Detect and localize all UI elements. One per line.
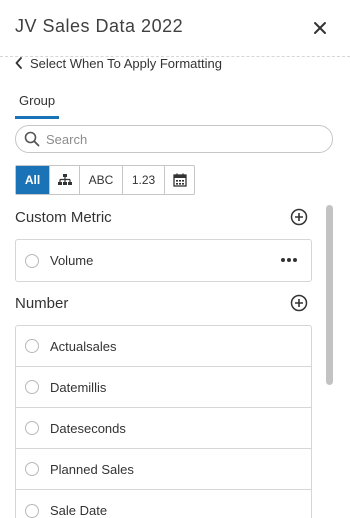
list-item-label: Actualsales	[50, 338, 117, 354]
radio-button[interactable]	[25, 503, 39, 518]
panel-title: JV Sales Data 2022	[15, 16, 184, 36]
chevron-left-icon	[15, 57, 22, 69]
section-title-number: Number	[15, 295, 69, 312]
number-list: Actualsales Datemillis Dateseconds Plann…	[15, 325, 312, 518]
back-link-label: Select When To Apply Formatting	[30, 55, 222, 71]
filter-hierarchy-button[interactable]	[50, 166, 80, 194]
section-title-custom-metric: Custom Metric	[15, 209, 112, 226]
list-item-dateseconds[interactable]: Dateseconds	[16, 408, 311, 449]
add-number-button[interactable]	[290, 294, 308, 312]
list-item-label: Dateseconds	[50, 420, 126, 436]
radio-button[interactable]	[25, 339, 39, 353]
list-item-sale-date[interactable]: Sale Date	[16, 490, 311, 518]
radio-button[interactable]	[25, 253, 39, 268]
back-link[interactable]: Select When To Apply Formatting	[15, 55, 222, 71]
filter-date-button[interactable]	[165, 166, 194, 194]
filter-text-button[interactable]: ABC	[80, 166, 123, 194]
tab-label: Group	[19, 93, 56, 108]
search-box[interactable]	[15, 125, 333, 153]
panel-header: JV Sales Data 2022	[0, 0, 350, 57]
scrollbar-thumb[interactable]	[326, 205, 333, 385]
tab-group[interactable]: Group	[15, 92, 59, 119]
filter-all-button[interactable]: All	[16, 166, 50, 194]
list-item-planned-sales[interactable]: Planned Sales	[16, 449, 311, 490]
custom-metric-list: Volume	[15, 239, 312, 282]
add-custom-metric-button[interactable]	[290, 208, 308, 226]
search-input[interactable]	[46, 131, 316, 147]
close-icon[interactable]	[312, 20, 328, 36]
radio-button[interactable]	[25, 462, 39, 476]
list-item-label: Volume	[50, 253, 94, 268]
list-item-actualsales[interactable]: Actualsales	[16, 326, 311, 367]
more-options-icon[interactable]	[281, 258, 297, 262]
radio-button[interactable]	[25, 380, 39, 394]
type-filter-group: All ABC 1.23	[15, 165, 195, 195]
list-item-label: Datemillis	[50, 379, 107, 395]
tab-active-indicator	[15, 116, 59, 119]
search-icon	[24, 131, 40, 147]
calendar-icon	[172, 173, 187, 187]
list-item-label: Planned Sales	[50, 461, 134, 477]
hierarchy-icon	[57, 174, 72, 185]
list-item-label: Sale Date	[50, 503, 108, 518]
list-item-volume[interactable]: Volume	[16, 240, 311, 281]
radio-button[interactable]	[25, 421, 39, 435]
filter-number-button[interactable]: 1.23	[123, 166, 165, 194]
list-item-datemillis[interactable]: Datemillis	[16, 367, 311, 408]
